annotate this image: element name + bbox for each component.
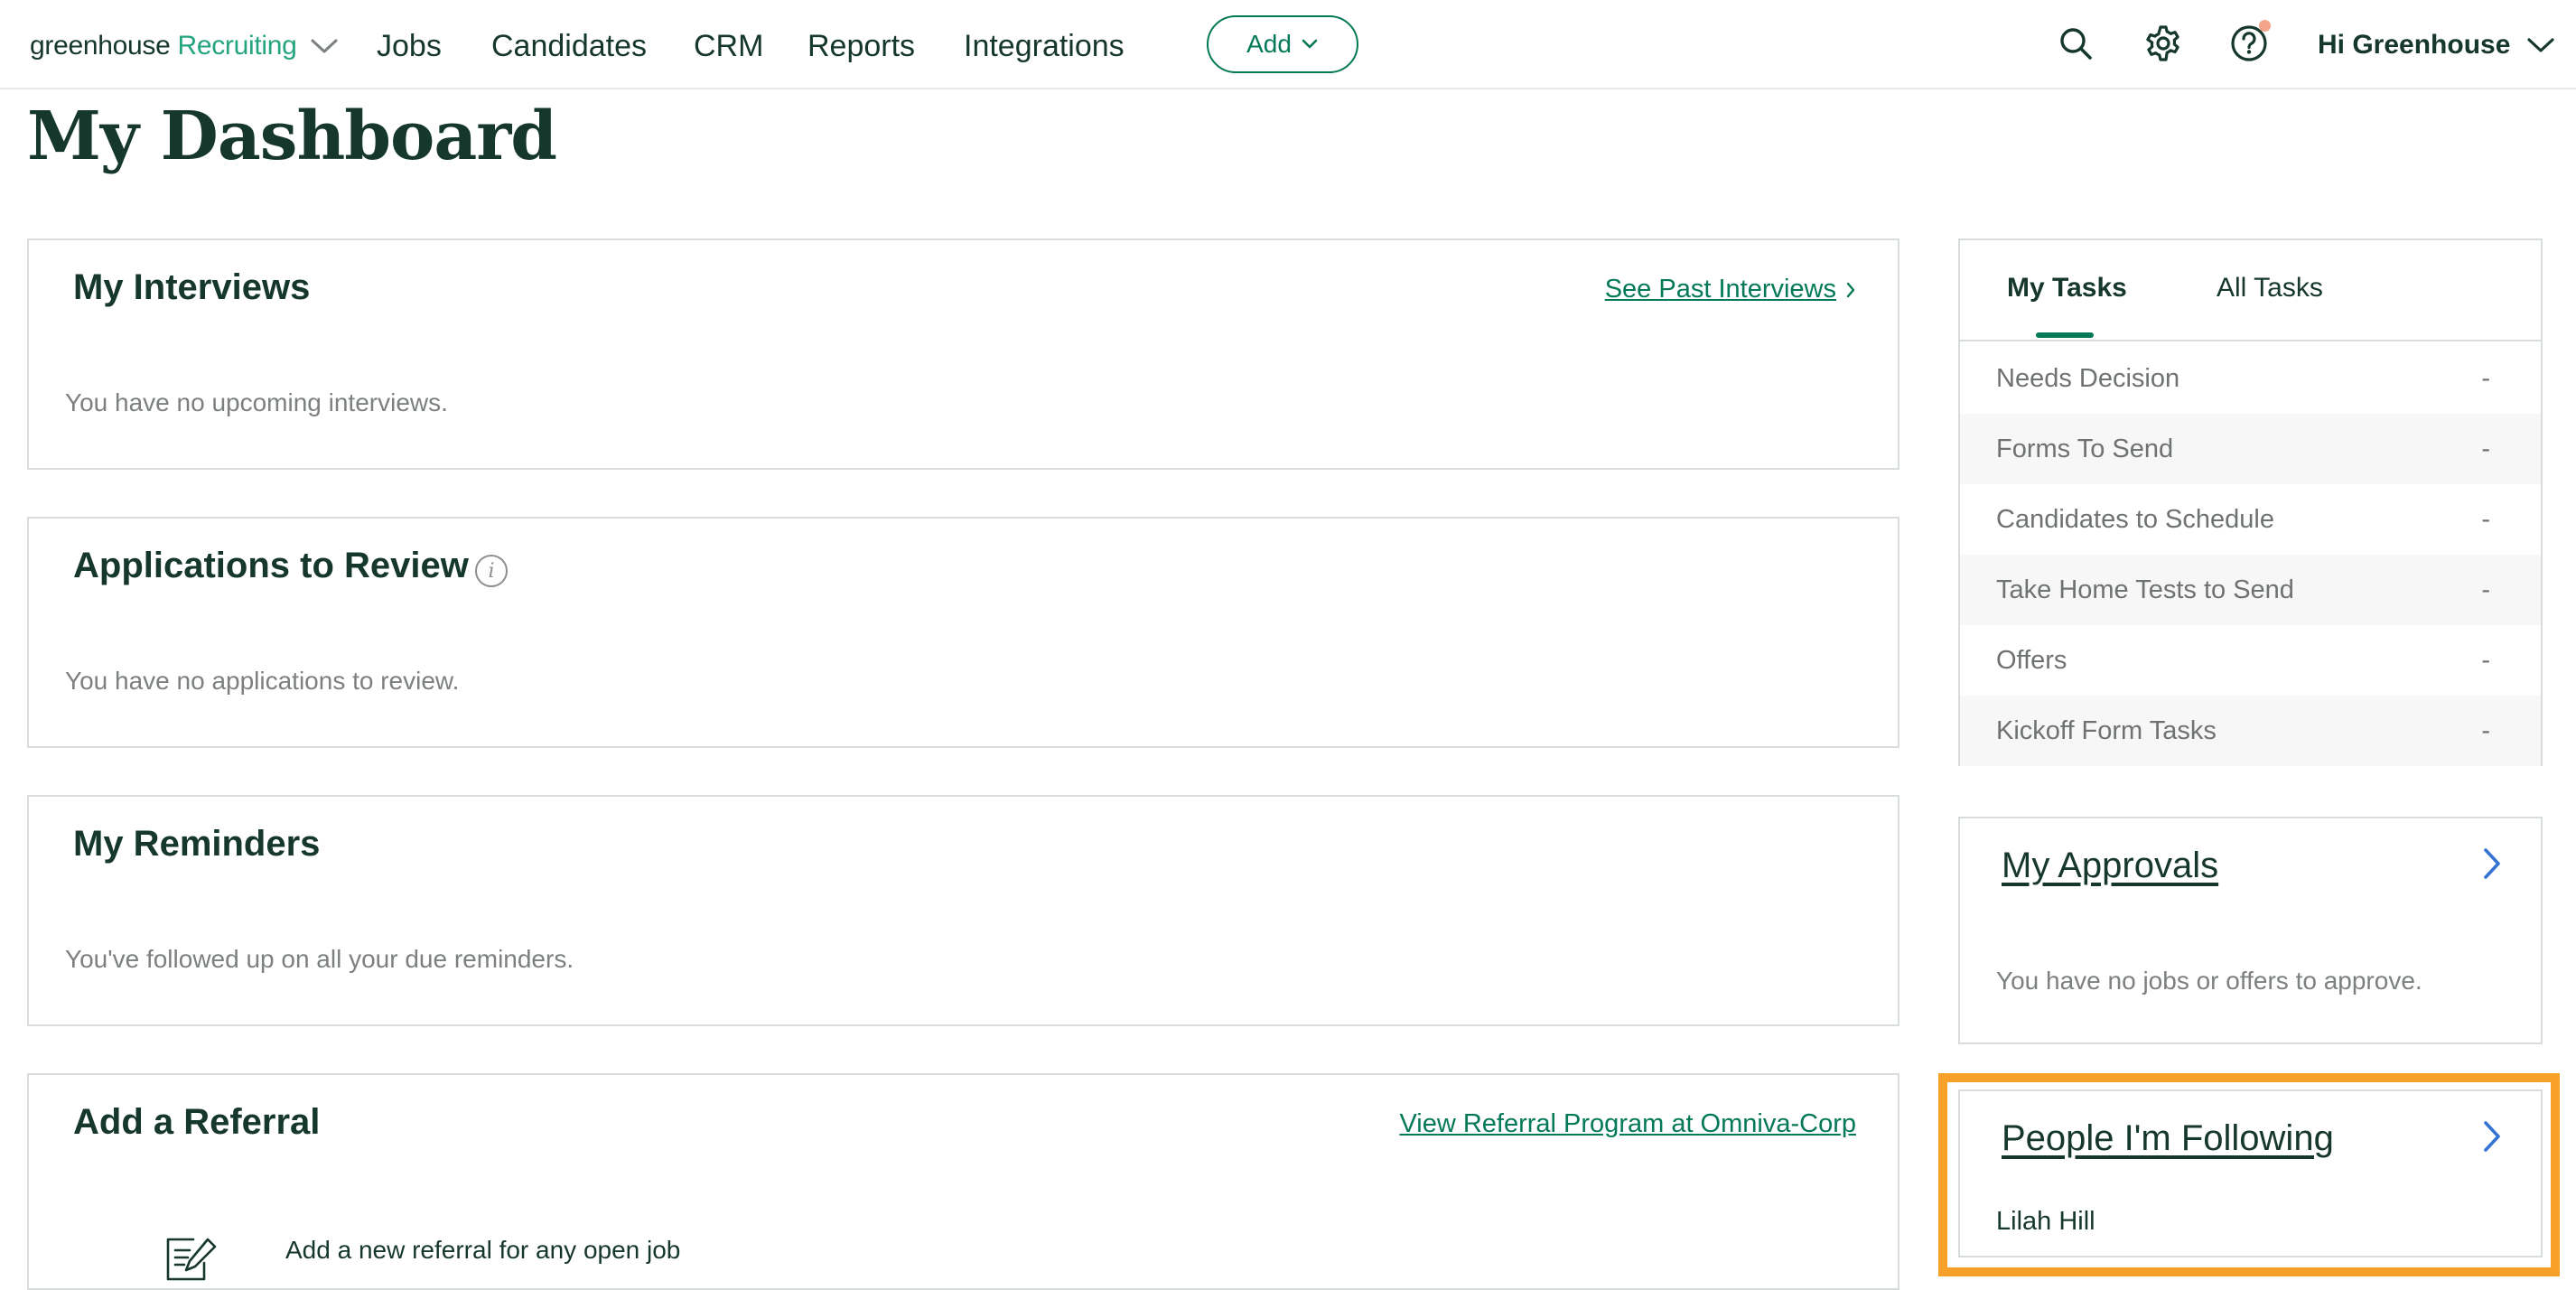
my-interviews-card: My Interviews See Past Interviews You ha… (27, 238, 1899, 470)
add-a-referral-card: Add a Referral View Referral Program at … (27, 1073, 1899, 1290)
view-referral-program-link[interactable]: View Referral Program at Omniva-Corp (1399, 1109, 1856, 1139)
chevron-right-icon (1845, 281, 1856, 299)
task-count: - (2481, 434, 2490, 463)
active-tab-indicator (2036, 332, 2094, 338)
nav-link-candidates[interactable]: Candidates (491, 23, 647, 69)
task-row-candidates-to-schedule[interactable]: Candidates to Schedule - (1960, 484, 2541, 555)
empty-state-text: You have no applications to review. (65, 667, 460, 695)
applications-to-review-card: Applications to Review i You have no app… (27, 517, 1899, 748)
nav-link-reports[interactable]: Reports (807, 23, 915, 69)
my-reminders-card: My Reminders You've followed up on all y… (27, 795, 1899, 1026)
page-title: My Dashboard (27, 98, 557, 175)
info-icon[interactable]: i (475, 555, 508, 587)
task-count: - (2481, 363, 2490, 393)
nav-link-jobs[interactable]: Jobs (377, 23, 442, 69)
notification-dot (2259, 20, 2271, 32)
task-label: Kickoff Form Tasks (1996, 715, 2217, 745)
help-icon[interactable] (2226, 20, 2273, 67)
empty-state-text: You've followed up on all your due remin… (65, 945, 574, 973)
brand-secondary: Recruiting (177, 31, 297, 61)
my-approvals-link[interactable]: My Approvals (2002, 846, 2218, 886)
tasks-panel: My Tasks All Tasks Needs Decision - Form… (1958, 238, 2543, 766)
highlight-box (1938, 1073, 2560, 1276)
brand-logo-menu[interactable]: greenhouse Recruiting (30, 23, 339, 69)
tab-all-tasks[interactable]: All Tasks (2217, 273, 2323, 304)
chevron-down-icon (2526, 36, 2555, 54)
add-button[interactable]: Add (1207, 15, 1358, 73)
search-icon[interactable] (2052, 20, 2099, 67)
chevron-right-icon[interactable] (2481, 846, 2503, 886)
task-row-take-home-tests[interactable]: Take Home Tests to Send - (1960, 555, 2541, 625)
add-button-label: Add (1246, 30, 1292, 58)
edit-document-icon[interactable] (164, 1234, 219, 1285)
user-menu[interactable]: Hi Greenhouse (2318, 23, 2555, 67)
chevron-down-icon (310, 37, 339, 55)
add-new-referral-link[interactable]: Add a new referral for any open job (285, 1236, 680, 1265)
brand-primary: greenhouse (30, 31, 171, 61)
my-approvals-card: My Approvals You have no jobs or offers … (1958, 817, 2543, 1044)
task-label: Needs Decision (1996, 363, 2180, 393)
task-count: - (2481, 575, 2490, 604)
chevron-down-icon (1301, 38, 1319, 51)
user-greeting: Hi Greenhouse (2318, 30, 2511, 60)
tab-my-tasks[interactable]: My Tasks (2007, 273, 2127, 304)
tasks-tabs: My Tasks All Tasks (1960, 240, 2541, 341)
card-title: Applications to Review (73, 546, 469, 585)
card-title: My Reminders (73, 824, 321, 864)
task-row-kickoff-form-tasks[interactable]: Kickoff Form Tasks - (1960, 696, 2541, 766)
card-title: My Interviews (73, 267, 311, 307)
task-row-needs-decision[interactable]: Needs Decision - (1960, 343, 2541, 414)
task-label: Offers (1996, 645, 2067, 675)
task-label: Candidates to Schedule (1996, 504, 2274, 534)
card-title: Add a Referral (73, 1102, 321, 1142)
empty-state-text: You have no jobs or offers to approve. (1996, 967, 2422, 995)
settings-gear-icon[interactable] (2140, 20, 2187, 67)
task-label: Forms To Send (1996, 434, 2174, 463)
empty-state-text: You have no upcoming interviews. (65, 388, 448, 416)
top-navigation-bar: greenhouse Recruiting Jobs Candidates CR… (0, 0, 2576, 89)
nav-link-integrations[interactable]: Integrations (964, 23, 1125, 69)
task-label: Take Home Tests to Send (1996, 575, 2294, 604)
nav-link-crm[interactable]: CRM (694, 23, 763, 69)
task-count: - (2481, 645, 2490, 675)
link-label: See Past Interviews (1604, 275, 1836, 304)
task-count: - (2481, 504, 2490, 534)
task-row-forms-to-send[interactable]: Forms To Send - (1960, 414, 2541, 484)
task-count: - (2481, 715, 2490, 745)
see-past-interviews-link[interactable]: See Past Interviews (1605, 275, 1856, 304)
task-row-offers[interactable]: Offers - (1960, 625, 2541, 696)
